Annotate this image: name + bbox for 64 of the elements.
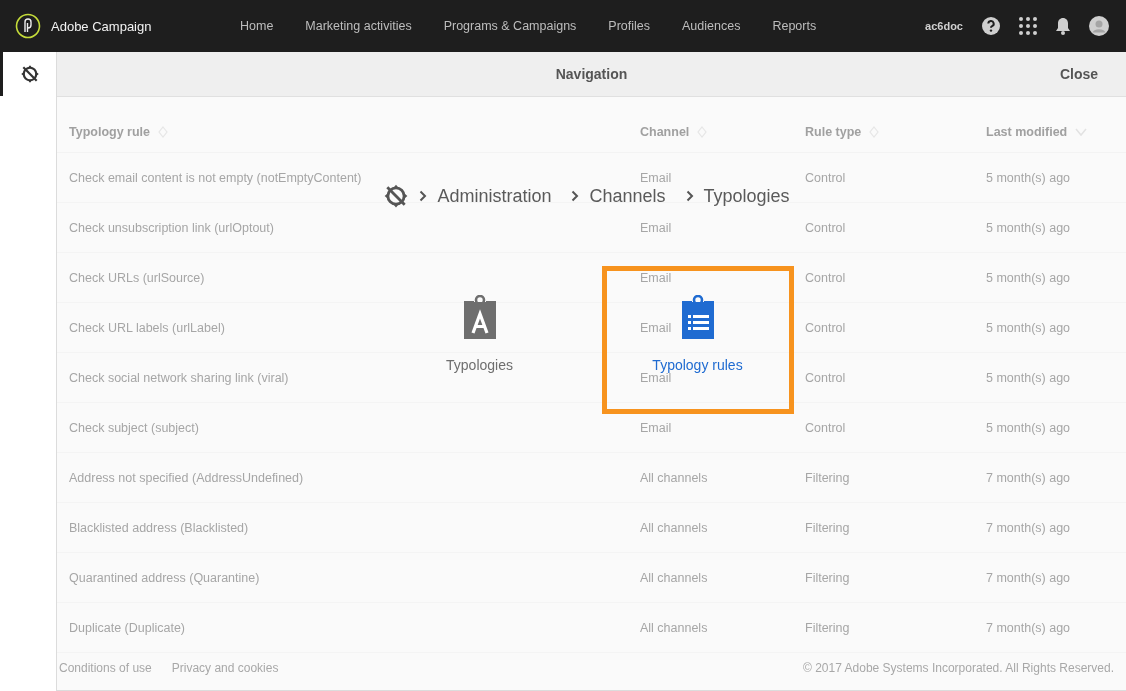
table-cell: Email: [640, 320, 672, 335]
table-cell: Filtering: [805, 570, 850, 585]
table-cell: Quarantined address (Quarantine): [69, 570, 260, 585]
breadcrumb-link[interactable]: Channels: [589, 185, 666, 207]
user-name: ac6doc: [925, 20, 963, 32]
table-cell: Check URL labels (urlLabel): [69, 320, 225, 335]
table-cell: Control: [805, 220, 846, 235]
table-cell: All channels: [640, 470, 708, 485]
table-cell: 5 month(s) ago: [986, 320, 1071, 335]
table-cell: Check unsubscription link (urlOptout): [69, 220, 274, 235]
navigation-icon[interactable]: [383, 183, 410, 209]
avatar-icon[interactable]: [1089, 16, 1109, 36]
table-cell: Email: [640, 420, 672, 435]
table-cell: Control: [805, 270, 846, 285]
close-button[interactable]: Close: [1057, 64, 1100, 84]
table-cell: 5 month(s) ago: [986, 270, 1071, 285]
table-cell: 5 month(s) ago: [986, 420, 1071, 435]
bell-icon[interactable]: [1055, 17, 1071, 35]
copyright-text: © 2017 Adobe Systems Incorporated. All Rights Reserved.: [803, 661, 1114, 675]
table-cell: Filtering: [805, 520, 850, 535]
table-cell: Check social network sharing link (viral): [69, 370, 289, 385]
table-cell: Check subject (subject): [69, 420, 199, 435]
table-cell: Control: [805, 370, 846, 385]
table-cell: Filtering: [805, 620, 850, 635]
nav-link[interactable]: Home: [224, 19, 290, 33]
breadcrumb-link[interactable]: Typologies: [703, 185, 790, 207]
table-cell: 7 month(s) ago: [986, 520, 1071, 535]
nav-link[interactable]: Programs & Campaigns: [427, 19, 593, 33]
table-cell: All channels: [640, 620, 708, 635]
nav-link[interactable]: Marketing activities: [289, 19, 428, 33]
table-cell: Filtering: [805, 470, 850, 485]
logo-icon: [15, 13, 41, 39]
table-cell: Duplicate (Duplicate): [69, 620, 186, 635]
table-cell: Control: [805, 320, 846, 335]
chevron-right-icon: [571, 190, 580, 202]
navigation-tile[interactable]: Typologies: [383, 266, 576, 414]
table-cell: 5 month(s) ago: [986, 170, 1071, 185]
table-cell: All channels: [640, 520, 708, 535]
apps-grid-icon[interactable]: [1019, 17, 1037, 35]
table-cell: Email: [640, 220, 672, 235]
help-icon[interactable]: [981, 16, 1001, 36]
table-cell: Control: [805, 170, 846, 185]
table-cell: All channels: [640, 570, 708, 585]
chevron-right-icon: [685, 190, 694, 202]
breadcrumb-link[interactable]: Administration: [437, 185, 552, 207]
table-cell: 7 month(s) ago: [986, 470, 1071, 485]
nav-link[interactable]: Reports: [756, 19, 833, 33]
table-cell: 5 month(s) ago: [986, 370, 1071, 385]
table-cell: Address not specified (AddressUndefined): [69, 470, 304, 485]
app-name: Adobe Campaign: [51, 18, 152, 34]
navigation-icon: [19, 64, 40, 84]
table-cell: Blacklisted address (Blacklisted): [69, 520, 249, 535]
table-cell: Check URLs (urlSource): [69, 270, 205, 285]
table-cell: Check email content is not empty (notEmptyContent): [69, 170, 362, 185]
table-cell: Email: [640, 270, 672, 285]
table-cell: Email: [640, 170, 672, 185]
table-cell: 7 month(s) ago: [986, 620, 1071, 635]
chevron-right-icon: [419, 190, 428, 202]
table-cell: 7 month(s) ago: [986, 570, 1071, 585]
dialog-title: Navigation: [555, 66, 628, 82]
table-cell: Control: [805, 420, 846, 435]
table-cell: 5 month(s) ago: [986, 220, 1071, 235]
nav-link[interactable]: Profiles: [592, 19, 667, 33]
nav-link[interactable]: Audiences: [666, 19, 757, 33]
